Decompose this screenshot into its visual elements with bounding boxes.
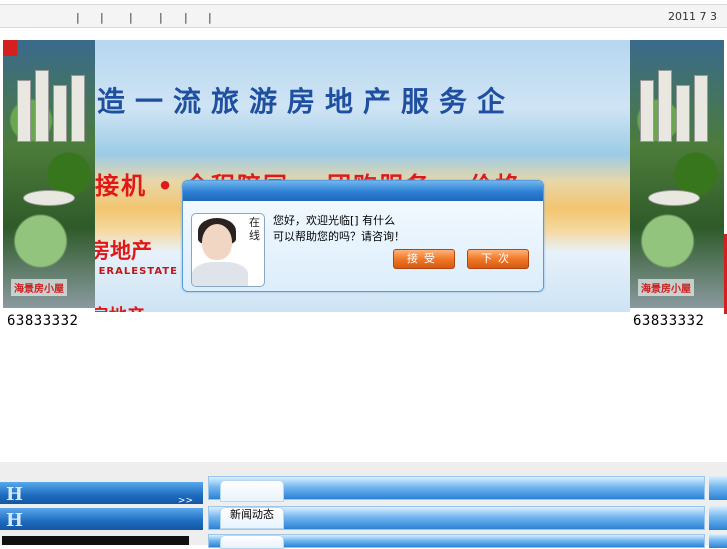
online-status-label: 在线 [249, 216, 260, 242]
nav-separator: | [76, 11, 80, 24]
later-button[interactable]: 下次 [467, 249, 529, 269]
building-shape [640, 80, 654, 142]
content-tab-bar [208, 476, 705, 502]
main-content-panel: 新闻动态 [208, 476, 727, 549]
more-link[interactable]: >> [178, 496, 193, 506]
agent-shoulders [192, 262, 248, 286]
tab-bar-end [709, 476, 727, 500]
nav-separator: | [129, 11, 133, 24]
current-date: 2011 7 3 [668, 10, 717, 23]
agent-avatar: 在线 [191, 213, 265, 287]
banner-english-name: U ERALESTATE [95, 266, 178, 277]
popup-body: 在线 您好，欢迎光临[] 有什么 可以帮助您的吗？请咨询！ 接受 下次 [183, 201, 543, 291]
building-shape [71, 75, 85, 142]
building-shape [658, 70, 672, 142]
sidebar-section-header[interactable]: H >> [0, 482, 203, 506]
brand-corner-mark [3, 40, 17, 56]
estate-logo-tag: 海景房小屋 [11, 279, 67, 296]
tab-bar-end [709, 506, 727, 530]
top-nav-bar: | | | | | | 2011 7 3 [0, 4, 727, 28]
content-tab-bar [208, 534, 705, 549]
nav-separator: | [100, 11, 104, 24]
building-shape [17, 80, 31, 142]
popup-message: 您好，欢迎光临[] 有什么 可以帮助您的吗？请咨询！ [273, 213, 405, 245]
section-initial: H [6, 510, 24, 531]
content-tab-bar: 新闻动态 [208, 506, 705, 530]
banner-bottom-text: 房地产 [95, 302, 145, 312]
tab-bar-end [709, 534, 727, 548]
building-shape [648, 190, 700, 206]
agent-face [202, 224, 232, 260]
sidebar-section-header[interactable]: H [0, 508, 203, 531]
online-chat-popup: 在线 您好，欢迎光临[] 有什么 可以帮助您的吗？请咨询！ 接受 下次 [182, 180, 544, 292]
content-tab[interactable] [220, 480, 284, 502]
phone-number-left: 63833332 [7, 313, 79, 329]
sidebar-dark-strip [2, 536, 189, 545]
right-estate-photo: 海景房小屋 [630, 40, 724, 308]
tab-news[interactable]: 新闻动态 [220, 507, 284, 529]
building-shape [23, 190, 75, 206]
left-sidebar-panel: H >> H [0, 482, 205, 545]
accept-chat-button[interactable]: 接受 [393, 249, 455, 269]
popup-message-line1: 您好，欢迎光临[] 有什么 [273, 214, 396, 227]
banner-main-slogan: 造一流旅游房地产服务企 [97, 85, 516, 118]
left-estate-photo: 海景房小屋 [3, 40, 97, 308]
building-shape [694, 75, 708, 142]
popup-header[interactable] [183, 181, 543, 201]
popup-message-line2: 可以帮助您的吗？请咨询！ [273, 230, 405, 243]
content-tab[interactable] [220, 535, 284, 549]
building-shape [53, 85, 67, 142]
nav-separator: | [184, 11, 188, 24]
phone-number-right: 63833332 [633, 313, 705, 329]
nav-separator: | [159, 11, 163, 24]
banner-company-name: 房地产 [95, 238, 152, 263]
estate-logo-tag: 海景房小屋 [638, 279, 694, 296]
building-shape [676, 85, 690, 142]
building-shape [35, 70, 49, 142]
section-initial: H [6, 484, 24, 505]
nav-separator: | [208, 11, 212, 24]
